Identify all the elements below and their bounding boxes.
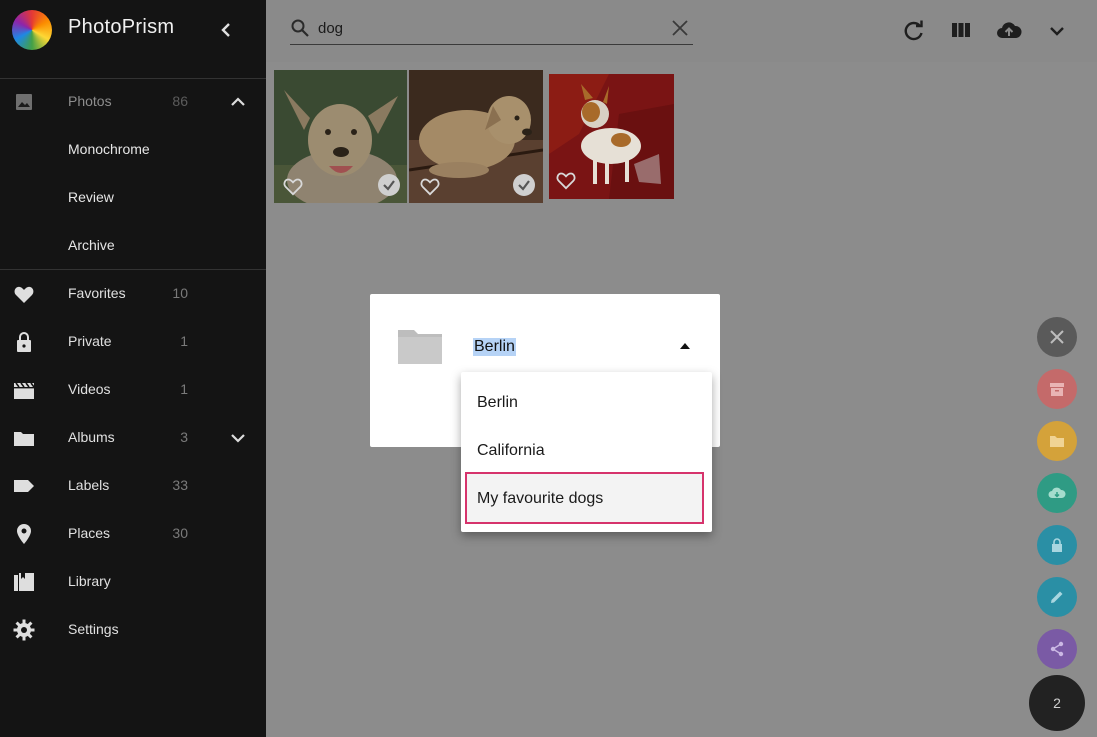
album-option[interactable]: Berlin: [461, 380, 712, 428]
album-select-value[interactable]: Berlin: [473, 338, 516, 356]
private-button[interactable]: [1037, 525, 1077, 565]
sidebar-item-review[interactable]: Review: [0, 174, 266, 222]
photo-thumbnail[interactable]: [274, 70, 407, 203]
chevron-down-icon[interactable]: [228, 428, 248, 448]
sidebar-item-videos[interactable]: Videos 1: [0, 366, 266, 414]
add-to-album-button[interactable]: [1037, 421, 1077, 461]
movie-icon: [12, 378, 36, 402]
album-option-label: California: [477, 442, 545, 459]
sidebar-item-label: Private: [68, 333, 112, 349]
sidebar-item-label: Favorites: [68, 285, 126, 301]
sidebar-item-library[interactable]: Library: [0, 558, 266, 606]
share-icon: [1050, 641, 1064, 657]
toolbar: [266, 0, 1097, 62]
sidebar-item-label: Review: [68, 189, 114, 205]
sidebar-item-count: 33: [172, 477, 188, 493]
close-icon[interactable]: [670, 18, 690, 38]
map-marker-icon: [12, 522, 36, 546]
sidebar-item-label: Photos: [68, 93, 112, 109]
close-icon: [1050, 330, 1064, 344]
close-selection-button[interactable]: [1037, 317, 1077, 357]
view-column-icon[interactable]: [947, 17, 975, 45]
album-option-label: Berlin: [477, 394, 518, 411]
sidebar-item-private[interactable]: Private 1: [0, 318, 266, 366]
album-option[interactable]: California: [461, 428, 712, 476]
sidebar-item-settings[interactable]: Settings: [0, 606, 266, 654]
sidebar-item-monochrome[interactable]: Monochrome: [0, 126, 266, 174]
gear-icon: [12, 618, 36, 642]
app-title[interactable]: PhotoPrism: [68, 16, 174, 39]
lock-icon: [12, 330, 36, 354]
sidebar-item-albums[interactable]: Albums 3: [0, 414, 266, 462]
heart-outline-icon[interactable]: [282, 176, 304, 196]
photo-thumbnail[interactable]: [549, 74, 674, 199]
selection-count-button[interactable]: 2: [1029, 675, 1085, 731]
cloud-download-icon: [1048, 487, 1066, 498]
chevron-up-icon[interactable]: [228, 92, 248, 112]
sidebar: PhotoPrism Photos 86 Monochrome Review A…: [0, 0, 266, 737]
share-button[interactable]: [1037, 629, 1077, 669]
folder-icon: [1050, 436, 1064, 447]
collapse-sidebar-icon[interactable]: [216, 18, 236, 42]
label-icon: [12, 474, 36, 498]
search-input[interactable]: [318, 18, 658, 38]
sidebar-item-label: Monochrome: [68, 141, 150, 157]
app-logo[interactable]: [12, 10, 52, 50]
sidebar-item-places[interactable]: Places 30: [0, 510, 266, 558]
pencil-icon: [1051, 591, 1063, 603]
sidebar-item-label: Places: [68, 525, 111, 541]
sidebar-item-count: 1: [180, 381, 188, 397]
album-option-label: My favourite dogs: [477, 490, 604, 507]
sidebar-item-count: 30: [172, 525, 188, 541]
heart-outline-icon[interactable]: [419, 176, 441, 196]
sidebar-item-archive[interactable]: Archive: [0, 222, 266, 270]
album-dropdown-menu: Berlin California My favourite dogs: [461, 372, 712, 532]
search-icon: [290, 18, 310, 38]
check-circle-icon[interactable]: [513, 174, 535, 196]
album-option[interactable]: My favourite dogs: [461, 476, 712, 524]
search-field[interactable]: [290, 12, 693, 45]
sidebar-item-count: 86: [172, 93, 188, 109]
chevron-down-icon[interactable]: [1043, 17, 1071, 45]
edit-button[interactable]: [1037, 577, 1077, 617]
check-circle-icon[interactable]: [378, 174, 400, 196]
archive-icon: [1050, 383, 1064, 396]
cloud-upload-icon[interactable]: [995, 17, 1023, 45]
sidebar-item-count: 3: [180, 429, 188, 445]
library-icon: [12, 570, 36, 594]
sidebar-item-label: Albums: [68, 429, 115, 445]
heart-outline-icon[interactable]: [555, 170, 577, 190]
brand: PhotoPrism: [0, 0, 266, 62]
sidebar-item-photos[interactable]: Photos 86: [0, 78, 266, 126]
sidebar-item-count: 1: [180, 333, 188, 349]
folder-icon: [12, 426, 36, 450]
sidebar-item-label: Videos: [68, 381, 111, 397]
sidebar-item-label: Labels: [68, 477, 110, 493]
image-icon: [12, 90, 36, 114]
sidebar-item-label: Settings: [68, 621, 119, 637]
caret-up-icon[interactable]: [680, 343, 690, 349]
lock-icon: [1052, 538, 1062, 552]
refresh-icon[interactable]: [900, 17, 928, 45]
sidebar-item-favorites[interactable]: Favorites 10: [0, 270, 266, 318]
sidebar-item-labels[interactable]: Labels 33: [0, 462, 266, 510]
folder-icon: [396, 326, 444, 366]
heart-icon: [12, 282, 36, 306]
sidebar-item-label: Library: [68, 573, 111, 589]
photo-thumbnail[interactable]: [409, 70, 543, 203]
sidebar-item-count: 10: [172, 285, 188, 301]
archive-button[interactable]: [1037, 369, 1077, 409]
download-button[interactable]: [1037, 473, 1077, 513]
sidebar-item-label: Archive: [68, 237, 115, 253]
